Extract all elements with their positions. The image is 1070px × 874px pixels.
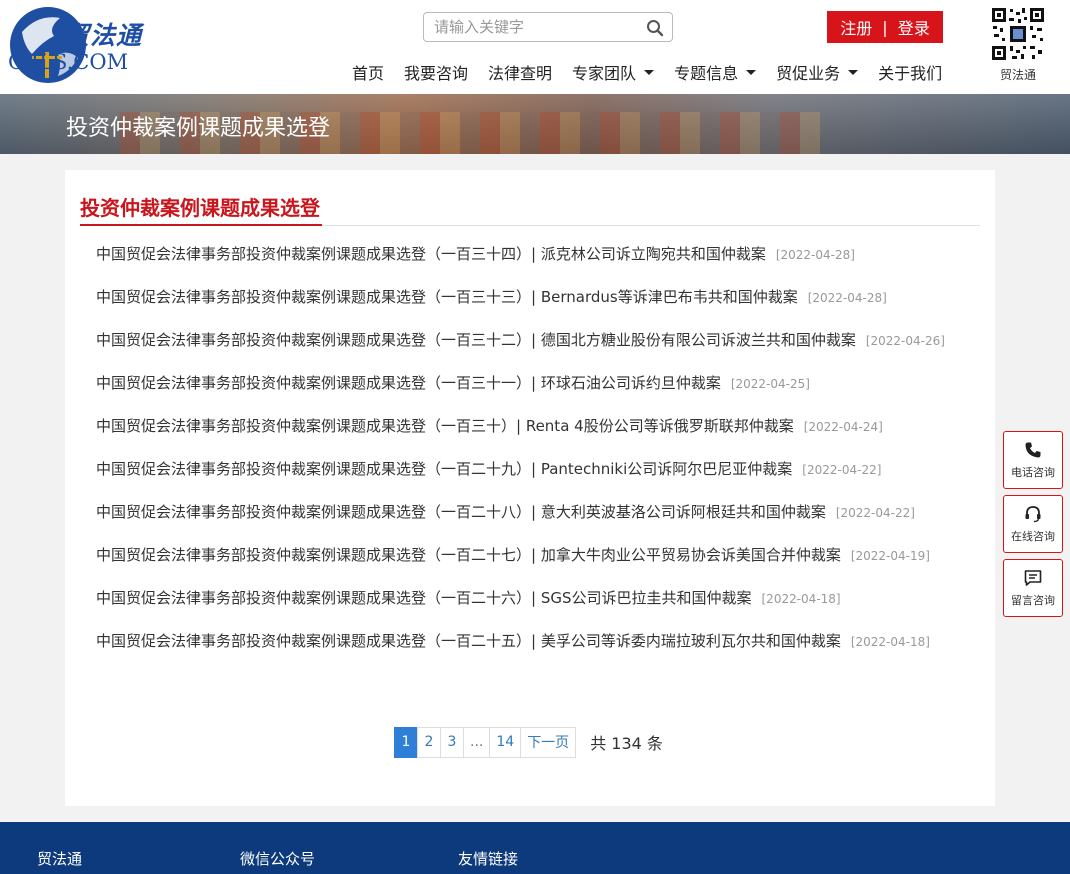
page-banner: 投资仲裁案例课题成果选登 xyxy=(0,94,1070,154)
article-date: [2022-04-22] xyxy=(835,506,915,520)
footer-heading-wechat: 微信公众号 xyxy=(240,850,316,868)
page-button-2[interactable]: 2 xyxy=(417,726,441,758)
article-date: [2022-04-22] xyxy=(802,463,882,477)
nav-label: 我要咨询 xyxy=(404,64,469,83)
message-consult-button[interactable]: 留言咨询 xyxy=(1003,559,1063,617)
logo-name-en: C ILS.COM xyxy=(8,50,129,74)
article-date: [2022-04-25] xyxy=(730,377,810,391)
page-button-last[interactable]: 14 xyxy=(489,726,522,758)
message-icon xyxy=(1024,569,1042,586)
footer-heading-links: 友情链接 xyxy=(458,850,519,868)
article-title-link[interactable]: 中国贸促会法律事务部投资仲裁案例课题成果选登（一百三十）| Renta 4股份公… xyxy=(96,417,794,435)
list-item[interactable]: 中国贸促会法律事务部投资仲裁案例课题成果选登（一百三十三）| Bernardus… xyxy=(96,283,976,312)
phone-icon xyxy=(1025,442,1041,457)
auth-box: 注册 | 登录 xyxy=(827,11,943,43)
nav-item-ccpit-business[interactable]: 贸促业务 xyxy=(766,60,868,84)
float-label: 留言咨询 xyxy=(1011,593,1055,607)
article-title-link[interactable]: 中国贸促会法律事务部投资仲裁案例课题成果选登（一百二十六）| SGS公司诉巴拉圭… xyxy=(96,589,752,607)
site-footer: 贸法通 微信公众号 友情链接 xyxy=(0,822,1070,874)
content-card: 投资仲裁案例课题成果选登 中国贸促会法律事务部投资仲裁案例课题成果选登（一百三十… xyxy=(65,170,995,806)
chevron-down-icon xyxy=(644,69,655,75)
float-label: 在线咨询 xyxy=(1011,529,1055,543)
article-title-link[interactable]: 中国贸促会法律事务部投资仲裁案例课题成果选登（一百三十三）| Bernardus… xyxy=(96,288,798,306)
page-ellipsis: ... xyxy=(463,726,491,758)
nav-label: 法律查明 xyxy=(488,64,553,83)
list-item[interactable]: 中国贸促会法律事务部投资仲裁案例课题成果选登（一百三十一）| 环球石油公司诉约旦… xyxy=(96,369,976,398)
next-page-button[interactable]: 下一页 xyxy=(520,726,577,758)
nav-item-topics[interactable]: 专题信息 xyxy=(664,60,766,84)
page-button-3[interactable]: 3 xyxy=(440,726,464,758)
search-input[interactable] xyxy=(434,17,634,37)
article-date: [2022-04-28] xyxy=(775,248,855,262)
headset-icon xyxy=(1025,505,1041,522)
login-link[interactable]: 登录 xyxy=(894,15,934,39)
article-date: [2022-04-26] xyxy=(865,334,945,348)
article-date: [2022-04-18] xyxy=(761,592,841,606)
section-title: 投资仲裁案例课题成果选登 xyxy=(80,192,322,226)
list-item[interactable]: 中国贸促会法律事务部投资仲裁案例课题成果选登（一百二十九）| Pantechni… xyxy=(96,455,976,484)
nav-item-expert-team[interactable]: 专家团队 xyxy=(562,60,664,84)
site-header: 贸法通 C ILS.COM 注册 | 登录 贸法通 首页 我要咨询 法律查明 专… xyxy=(0,0,1070,94)
article-title-link[interactable]: 中国贸促会法律事务部投资仲裁案例课题成果选登（一百二十七）| 加拿大牛肉业公平贸… xyxy=(96,546,841,564)
qr-caption: 贸法通 xyxy=(999,68,1036,82)
list-item[interactable]: 中国贸促会法律事务部投资仲裁案例课题成果选登（一百二十八）| 意大利英波基洛公司… xyxy=(96,498,976,527)
chevron-down-icon xyxy=(746,69,757,75)
pagination-total: 共 134 条 xyxy=(590,734,663,753)
section-header: 投资仲裁案例课题成果选登 xyxy=(80,192,980,226)
list-item[interactable]: 中国贸促会法律事务部投资仲裁案例课题成果选登（一百二十五）| 美孚公司等诉委内瑞… xyxy=(96,627,976,656)
article-date: [2022-04-19] xyxy=(850,549,930,563)
article-title-link[interactable]: 中国贸促会法律事务部投资仲裁案例课题成果选登（一百二十八）| 意大利英波基洛公司… xyxy=(96,503,826,521)
nav-label: 首页 xyxy=(352,64,385,83)
article-date: [2022-04-24] xyxy=(803,420,883,434)
article-list: 中国贸促会法律事务部投资仲裁案例课题成果选登（一百三十四）| 派克林公司诉立陶宛… xyxy=(96,240,976,670)
float-label: 电话咨询 xyxy=(1011,465,1055,479)
search-icon[interactable] xyxy=(646,19,664,37)
register-link[interactable]: 注册 xyxy=(836,15,876,39)
list-item[interactable]: 中国贸促会法律事务部投资仲裁案例课题成果选登（一百三十二）| 德国北方糖业股份有… xyxy=(96,326,976,355)
article-title-link[interactable]: 中国贸促会法律事务部投资仲裁案例课题成果选登（一百三十四）| 派克林公司诉立陶宛… xyxy=(96,245,766,263)
nav-label: 贸促业务 xyxy=(776,64,841,83)
pagination: 1 2 3 ... 14 下一页 共 134 条 xyxy=(394,726,663,758)
nav-label: 关于我们 xyxy=(878,64,943,83)
nav-label: 专家团队 xyxy=(572,64,637,83)
nav-label: 专题信息 xyxy=(674,64,739,83)
nav-item-about[interactable]: 关于我们 xyxy=(868,60,952,84)
online-consult-button[interactable]: 在线咨询 xyxy=(1003,495,1063,553)
chevron-down-icon xyxy=(848,69,859,75)
article-title-link[interactable]: 中国贸促会法律事务部投资仲裁案例课题成果选登（一百三十二）| 德国北方糖业股份有… xyxy=(96,331,856,349)
nav-item-legal-research[interactable]: 法律查明 xyxy=(478,60,562,84)
article-date: [2022-04-28] xyxy=(807,291,887,305)
phone-consult-button[interactable]: 电话咨询 xyxy=(1003,431,1063,489)
nav-item-consult[interactable]: 我要咨询 xyxy=(394,60,478,84)
qr-code-icon xyxy=(990,6,1046,62)
banner-title: 投资仲裁案例课题成果选登 xyxy=(66,116,331,141)
article-title-link[interactable]: 中国贸促会法律事务部投资仲裁案例课题成果选登（一百二十九）| Pantechni… xyxy=(96,460,792,478)
logo-name-cn: 贸法通 xyxy=(64,21,143,50)
article-date: [2022-04-18] xyxy=(850,635,930,649)
article-title-link[interactable]: 中国贸促会法律事务部投资仲裁案例课题成果选登（一百二十五）| 美孚公司等诉委内瑞… xyxy=(96,632,841,650)
article-title-link[interactable]: 中国贸促会法律事务部投资仲裁案例课题成果选登（一百三十一）| 环球石油公司诉约旦… xyxy=(96,374,721,392)
list-item[interactable]: 中国贸促会法律事务部投资仲裁案例课题成果选登（一百二十七）| 加拿大牛肉业公平贸… xyxy=(96,541,976,570)
main-nav: 首页 我要咨询 法律查明 专家团队 专题信息 贸促业务 关于我们 xyxy=(342,60,952,84)
list-item[interactable]: 中国贸促会法律事务部投资仲裁案例课题成果选登（一百三十四）| 派克林公司诉立陶宛… xyxy=(96,240,976,269)
search-box xyxy=(423,12,673,42)
list-item[interactable]: 中国贸促会法律事务部投资仲裁案例课题成果选登（一百三十）| Renta 4股份公… xyxy=(96,412,976,441)
site-logo[interactable]: 贸法通 C ILS.COM xyxy=(6,2,146,90)
nav-item-home[interactable]: 首页 xyxy=(342,60,394,84)
page-button-1[interactable]: 1 xyxy=(394,726,418,758)
footer-heading-brand: 贸法通 xyxy=(37,850,83,868)
list-item[interactable]: 中国贸促会法律事务部投资仲裁案例课题成果选登（一百二十六）| SGS公司诉巴拉圭… xyxy=(96,584,976,613)
auth-separator: | xyxy=(882,17,888,37)
